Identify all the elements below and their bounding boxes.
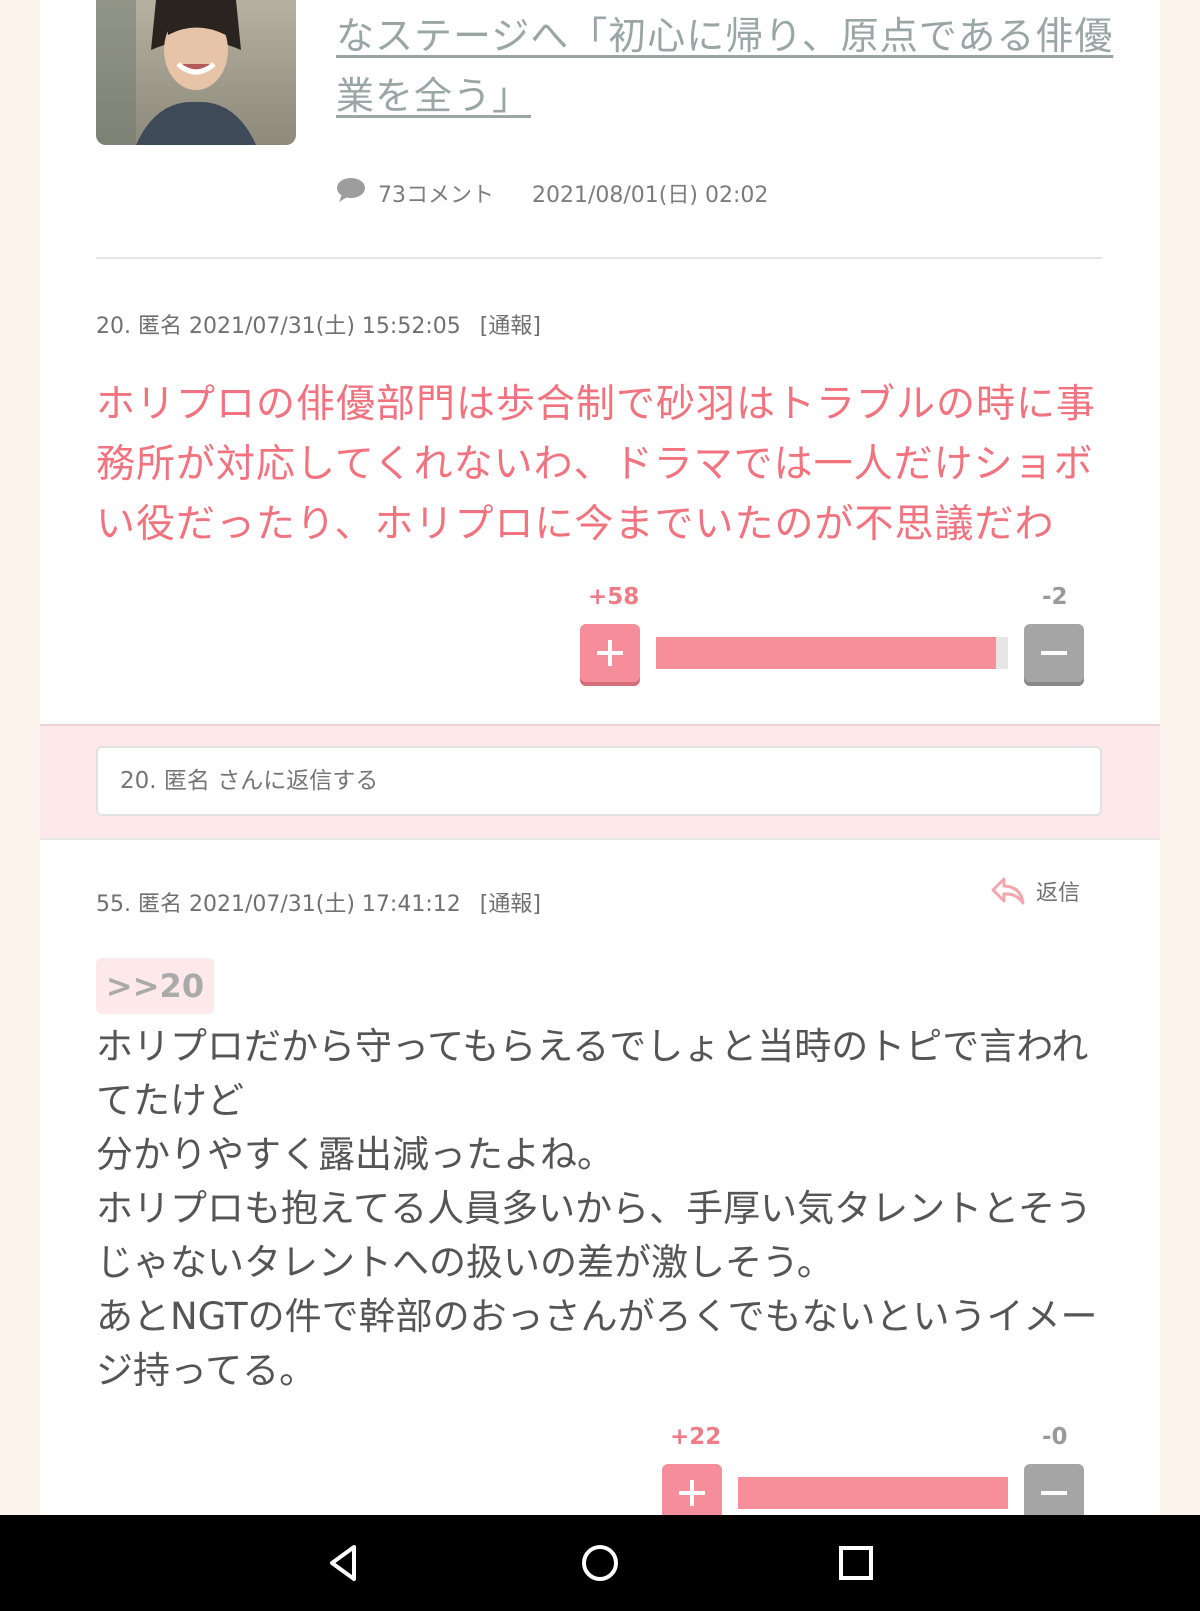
home-button[interactable] bbox=[576, 1539, 624, 1587]
plus-icon bbox=[597, 640, 623, 666]
recents-button[interactable] bbox=[832, 1539, 880, 1587]
speech-bubble-icon bbox=[336, 177, 366, 209]
comment-body: ホリプロの俳優部門は歩合制で砂羽はトラブルの時に事務所が対応してくれないわ、ドラ… bbox=[96, 382, 1097, 547]
system-navigation-bar bbox=[0, 1515, 1200, 1611]
comment-body: ホリプロだから守ってもらえるでしょと当時のトピで言われてたけど 分かりやすく露出… bbox=[96, 1020, 1116, 1398]
back-button[interactable] bbox=[320, 1539, 368, 1587]
report-link[interactable]: [通報] bbox=[480, 314, 541, 339]
divider bbox=[96, 257, 1102, 259]
plus-vote-count: +22 bbox=[670, 1424, 722, 1450]
page-content: なステージへ「初心に帰り、原点である俳優業を全う」 73コメント 2021/08… bbox=[40, 0, 1160, 1515]
comment-header: 55. 匿名 2021/07/31(土) 17:41:12 [通報] bbox=[96, 886, 541, 918]
article-title-link[interactable]: なステージへ「初心に帰り、原点である俳優業を全う」 bbox=[336, 6, 1126, 126]
comment-count[interactable]: 73コメント bbox=[378, 177, 494, 209]
anchor-link[interactable]: >>20 bbox=[96, 958, 214, 1014]
vote-ratio-bar bbox=[738, 1477, 1008, 1509]
article-date: 2021/08/01(日) 02:02 bbox=[532, 183, 769, 208]
plus-vote-button[interactable] bbox=[580, 624, 640, 682]
comment-header: 20. 匿名 2021/07/31(土) 15:52:05 [通報] bbox=[96, 308, 541, 340]
reply-input[interactable] bbox=[96, 746, 1102, 816]
reply-label: 返信 bbox=[1036, 881, 1081, 906]
minus-vote-count: -0 bbox=[1042, 1424, 1068, 1450]
article-meta: 73コメント 2021/08/01(日) 02:02 bbox=[336, 175, 768, 211]
minus-icon bbox=[1041, 651, 1067, 655]
comment-line: ホリプロも抱えてる人員多いから、手厚い気タレントとそうじゃないタレントへの扱いの… bbox=[96, 1187, 1093, 1284]
vote-ratio-bar bbox=[656, 637, 1008, 669]
minus-vote-button[interactable] bbox=[1024, 624, 1084, 682]
plus-vote-button[interactable] bbox=[662, 1464, 722, 1515]
vote-ratio-fill bbox=[738, 1477, 1008, 1509]
article-thumbnail[interactable] bbox=[96, 0, 296, 145]
reply-button[interactable]: 返信 bbox=[990, 875, 1080, 907]
report-link[interactable]: [通報] bbox=[480, 892, 541, 917]
recents-square-icon bbox=[839, 1546, 873, 1580]
reply-area bbox=[40, 724, 1160, 840]
plus-icon bbox=[679, 1480, 705, 1506]
comment-line: あとNGTの件で幹部のおっさんがろくでもないというイメージ持ってる。 bbox=[96, 1295, 1098, 1392]
comment-line: 分かりやすく露出減ったよね。 bbox=[96, 1133, 614, 1176]
comment-line: ホリプロだから守ってもらえるでしょと当時のトピで言われてたけど bbox=[96, 1025, 1089, 1122]
reply-arrow-icon bbox=[991, 877, 1025, 905]
minus-vote-count: -2 bbox=[1042, 584, 1068, 610]
minus-icon bbox=[1041, 1491, 1067, 1495]
back-triangle-icon bbox=[330, 1545, 356, 1581]
home-circle-icon bbox=[582, 1545, 618, 1581]
comment-meta: 20. 匿名 2021/07/31(土) 15:52:05 bbox=[96, 314, 461, 339]
plus-vote-count: +58 bbox=[588, 584, 640, 610]
vote-ratio-fill bbox=[656, 637, 997, 669]
comment-meta: 55. 匿名 2021/07/31(土) 17:41:12 bbox=[96, 892, 461, 917]
minus-vote-button[interactable] bbox=[1024, 1464, 1084, 1515]
